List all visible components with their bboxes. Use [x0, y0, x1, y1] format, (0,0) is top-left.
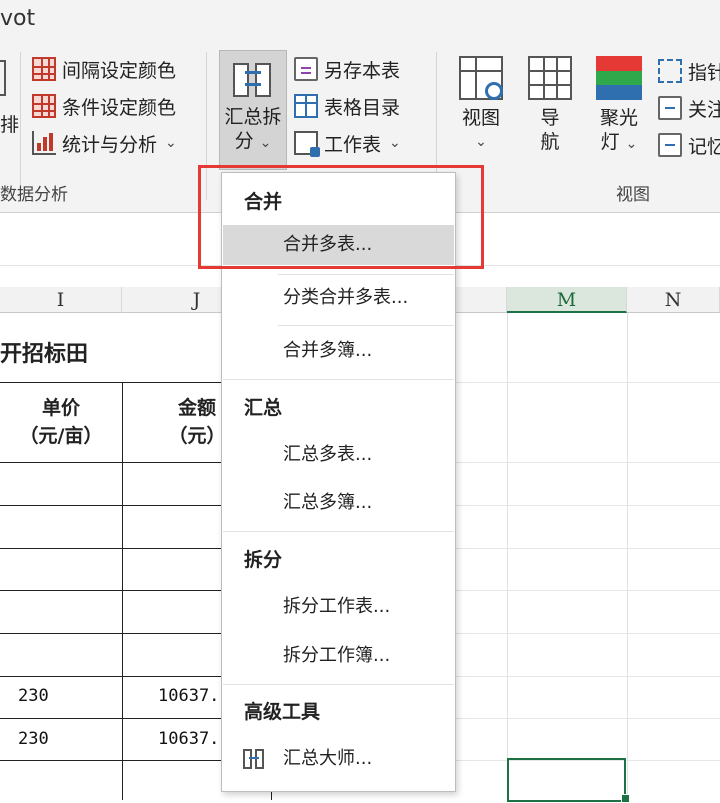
table-directory-label: 表格目录 [324, 96, 401, 119]
focus-label: 关注 [688, 98, 720, 121]
view-button[interactable]: 视图 ⌄ [452, 56, 510, 154]
menu-item-split-workbook[interactable]: 拆分工作簿... [223, 636, 454, 676]
menu-divider [278, 274, 454, 275]
worksheet-label: 工作表 [324, 133, 382, 156]
memo-label: 记忆 [688, 135, 720, 158]
spotlight-label-1: 聚光 [599, 107, 638, 129]
chevron-down-icon: ⌄ [625, 136, 638, 152]
focus-button[interactable]: 关注 [658, 93, 720, 123]
menu-divider [223, 379, 454, 380]
menu-item-split-worksheet[interactable]: 拆分工作表... [223, 587, 454, 627]
chevron-down-icon: ⌄ [259, 135, 272, 151]
column-header-i[interactable]: I [0, 287, 122, 313]
spotlight-label-2: 灯 [600, 131, 620, 153]
menu-section-advanced: 高级工具 [244, 701, 321, 723]
interval-color-button[interactable]: 间隔设定颜色 [32, 54, 176, 84]
navigate-label-1: 导 [540, 107, 560, 129]
summary-master-label: 汇总大师... [283, 748, 373, 769]
selected-cell[interactable] [507, 758, 626, 802]
navigate-grid-icon [528, 56, 572, 100]
summarize-split-label-1: 汇总拆 [224, 106, 282, 128]
cell-amount[interactable]: 10637. [158, 686, 219, 706]
fill-handle[interactable] [621, 794, 630, 803]
bar-chart-icon [32, 131, 56, 155]
column-header-n[interactable]: N [627, 287, 720, 313]
table-directory-button[interactable]: 表格目录 [294, 91, 400, 121]
header-unit-price-line2: （元/亩） [19, 425, 103, 447]
chevron-down-icon: ⌄ [389, 135, 401, 151]
menu-item-summary-master[interactable]: 汇总大师... [223, 739, 454, 779]
save-sheet-button[interactable]: 另存本表 [294, 54, 400, 84]
cell-price[interactable]: 230 [18, 729, 49, 749]
table-directory-icon [294, 94, 318, 118]
spotlight-icon [596, 56, 642, 101]
summarize-split-button[interactable]: 汇总拆 分 ⌄ [219, 50, 287, 170]
cell-amount[interactable]: 10637. [158, 729, 219, 749]
header-unit-price-line1: 单价 [41, 397, 80, 419]
pointer-button[interactable]: 指针 [658, 56, 720, 86]
summarize-split-label-2: 分 [234, 130, 254, 152]
conditional-color-label: 条件设定颜色 [62, 96, 177, 119]
cell-price[interactable]: 230 [18, 686, 49, 706]
memo-button[interactable]: 记忆 [658, 130, 720, 160]
grid-color-icon [32, 57, 56, 81]
menu-divider [223, 531, 454, 532]
sheet-title[interactable]: 开招标田 [0, 336, 88, 368]
menu-divider [278, 325, 454, 326]
menu-section-summary: 汇总 [244, 397, 283, 419]
navigate-button[interactable]: 导 航 [522, 56, 578, 154]
group-label-view: 视图 [616, 185, 650, 205]
summarize-split-icon [233, 61, 273, 101]
gridline [627, 313, 628, 800]
column-header-l[interactable] [456, 287, 507, 313]
interval-color-label: 间隔设定颜色 [62, 59, 177, 82]
chevron-down-icon: ⌄ [165, 135, 177, 151]
cutoff-button-icon [0, 60, 6, 96]
view-icon [459, 56, 503, 100]
chevron-down-icon: ⌄ [475, 134, 487, 150]
save-sheet-label: 另存本表 [324, 59, 401, 82]
gridline [507, 313, 508, 800]
group-label-data-analysis: 数据分析 [0, 185, 68, 205]
focus-document-icon [658, 96, 682, 120]
highlight-annotation-box [198, 165, 484, 269]
save-document-icon [294, 57, 318, 81]
stats-analysis-label: 统计与分析 [62, 133, 158, 156]
conditional-grid-icon [32, 94, 56, 118]
spotlight-button[interactable]: 聚光 灯 ⌄ [590, 56, 648, 156]
conditional-color-button[interactable]: 条件设定颜色 [32, 91, 176, 121]
ribbon-separator [20, 52, 21, 200]
view-label: 视图 [461, 107, 500, 129]
cutoff-button-label[interactable]: 排 [0, 110, 19, 137]
stats-analysis-button[interactable]: 统计与分析 ⌄ [32, 128, 177, 158]
menu-item-merge-sheets-by-category[interactable]: 分类合并多表... [223, 278, 454, 318]
menu-section-split: 拆分 [244, 549, 283, 571]
menu-divider [223, 684, 454, 685]
menu-item-summary-sheets[interactable]: 汇总多表... [223, 435, 454, 475]
pointer-label: 指针 [688, 61, 720, 84]
menu-item-summary-workbooks[interactable]: 汇总多簿... [223, 483, 454, 523]
column-header-m[interactable]: M [507, 287, 627, 313]
worksheet-button[interactable]: 工作表 ⌄ [294, 128, 401, 158]
ribbon-tab-label[interactable]: vot [0, 6, 35, 31]
memo-document-icon [658, 133, 682, 157]
header-unit-price[interactable]: 单价 （元/亩） [0, 394, 122, 450]
summary-master-icon [243, 748, 265, 770]
navigate-label-2: 航 [540, 131, 560, 153]
menu-item-merge-workbooks[interactable]: 合并多簿... [223, 331, 454, 371]
pointer-icon [658, 59, 682, 83]
worksheet-icon [294, 131, 320, 157]
